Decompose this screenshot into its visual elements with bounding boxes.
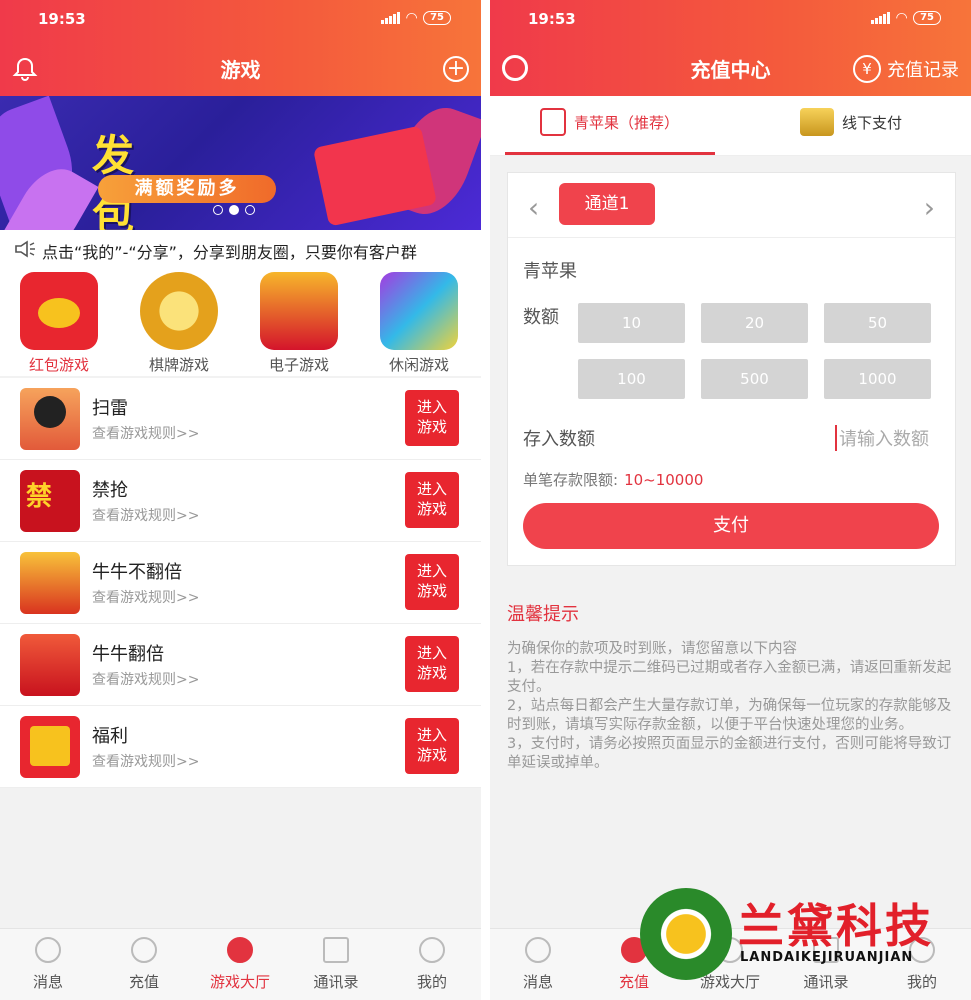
rules-link[interactable]: 查看游戏规则>> [92, 423, 199, 443]
rules-link[interactable]: 查看游戏规则>> [92, 505, 199, 525]
payment-tabs: 青苹果（推荐） 线下支付 [490, 96, 971, 156]
gamepad-icon [227, 937, 253, 963]
battery-icon: 75 [913, 11, 941, 25]
category-chess[interactable]: 棋牌游戏 [134, 272, 224, 375]
banner-tagline: 满额奖励多 [98, 175, 276, 203]
header: 19:53 ◠ 75 充值中心 ¥ 充值记录 [490, 0, 971, 96]
recharge-record-button[interactable]: ¥ 充值记录 [853, 55, 959, 83]
tab-contacts[interactable]: 通讯录 [288, 937, 384, 992]
amount-option[interactable]: 100 [578, 359, 685, 399]
orange-logo-icon [640, 888, 732, 980]
chat-icon [525, 937, 551, 963]
product-label: 青苹果 [523, 261, 577, 282]
list-item[interactable]: 福利 查看游戏规则>> 进入 游戏 [0, 706, 481, 788]
status-bar: 19:53 ◠ 75 [520, 10, 941, 30]
game-list: 扫雷 查看游戏规则>> 进入 游戏 禁 禁抢 查看游戏规则>> 进入 游戏 牛牛不翻… [0, 378, 481, 788]
enter-game-button[interactable]: 进入 游戏 [405, 636, 459, 692]
list-item[interactable]: 牛牛翻倍 查看游戏规则>> 进入 游戏 [0, 624, 481, 706]
games-screen: 19:53 ◠ 75 游戏 + 发包抢包 满额奖励多 点击“我的”-“分享”，分… [0, 0, 481, 1000]
chevron-left-icon[interactable]: ‹ [528, 191, 539, 224]
user-icon [419, 937, 445, 963]
clock: 19:53 [528, 10, 576, 28]
battery-icon: 75 [423, 11, 451, 25]
yen-icon: ¥ [853, 55, 881, 83]
tips-title: 温馨提示 [507, 604, 579, 625]
category-slots[interactable]: 电子游戏 [254, 272, 344, 375]
notice-bar: 点击“我的”-“分享”，分享到朋友圈，只要你有客户群 [0, 230, 481, 268]
deposit-amount-input[interactable]: 请输入数额 [835, 425, 929, 451]
red-envelope-icon [540, 108, 566, 136]
amount-option[interactable]: 50 [824, 303, 931, 343]
contacts-icon [323, 937, 349, 963]
amount-label: 数额 [523, 307, 559, 328]
wifi-icon: ◠ [896, 10, 908, 26]
list-item[interactable]: 牛牛不翻倍 查看游戏规则>> 进入 游戏 [0, 542, 481, 624]
payment-card: ‹ 通道1 › 青苹果 数额 10 20 50 100 500 1000 存入数… [507, 172, 956, 566]
speaker-icon [15, 240, 35, 258]
category-red-packet[interactable]: 红包游戏 [14, 272, 104, 375]
bull-icon [20, 552, 80, 614]
enter-game-button[interactable]: 进入 游戏 [405, 390, 459, 446]
tips-body: 为确保你的款项及时到账，请您留意以下内容 1，若在存款中提示二维码已过期或者存入… [507, 641, 952, 771]
status-bar: 19:53 ◠ 75 [30, 10, 451, 30]
channel-button[interactable]: 通道1 [559, 183, 655, 225]
category-casual[interactable]: 休闲游戏 [374, 272, 464, 375]
active-tab-indicator [505, 152, 715, 155]
amount-option[interactable]: 500 [701, 359, 808, 399]
red-packet-icon [20, 272, 98, 350]
rules-link[interactable]: 查看游戏规则>> [92, 669, 199, 689]
watermark-logo: 兰黛科技 LANDAIKEJIRUANJIAN [640, 888, 940, 988]
tab-me[interactable]: 我的 [384, 937, 480, 992]
limit-text: 单笔存款限额: 10~10000 [523, 471, 704, 489]
poker-chip-icon [140, 272, 218, 350]
enter-game-button[interactable]: 进入 游戏 [405, 718, 459, 774]
gold-yen-icon [800, 108, 834, 136]
amount-option[interactable]: 1000 [824, 359, 931, 399]
list-item[interactable]: 禁 禁抢 查看游戏规则>> 进入 游戏 [0, 460, 481, 542]
recharge-screen: 19:53 ◠ 75 充值中心 ¥ 充值记录 青苹果（推荐） 线下支付 ‹ 通道… [490, 0, 971, 1000]
signal-icon [381, 12, 401, 24]
header: 19:53 ◠ 75 游戏 + [0, 0, 481, 96]
list-item[interactable]: 扫雷 查看游戏规则>> 进入 游戏 [0, 378, 481, 460]
rules-link[interactable]: 查看游戏规则>> [92, 751, 199, 771]
pay-button[interactable]: 支付 [523, 503, 939, 549]
amount-option[interactable]: 10 [578, 303, 685, 343]
enter-game-button[interactable]: 进入 游戏 [405, 472, 459, 528]
gems-icon [380, 272, 458, 350]
tab-recharge[interactable]: 充值 [96, 937, 192, 992]
tab-qingpingguo[interactable]: 青苹果（推荐） [540, 108, 679, 136]
tab-messages[interactable]: 消息 [490, 937, 586, 992]
deposit-label: 存入数额 [523, 429, 595, 450]
tab-messages[interactable]: 消息 [0, 937, 96, 992]
bottom-tab-bar: 消息 充值 游戏大厅 通讯录 我的 [0, 928, 481, 1000]
signal-icon [871, 12, 891, 24]
minesweeper-icon [20, 388, 80, 450]
slot-machine-icon [260, 272, 338, 350]
tab-game-hall[interactable]: 游戏大厅 [192, 937, 288, 992]
fortune-icon [20, 716, 80, 778]
chat-icon [35, 937, 61, 963]
wifi-icon: ◠ [406, 10, 418, 26]
yen-icon [131, 937, 157, 963]
add-icon[interactable]: + [443, 56, 469, 82]
bull-boss-icon [20, 634, 80, 696]
amount-option[interactable]: 20 [701, 303, 808, 343]
no-grab-icon: 禁 [20, 470, 80, 532]
carousel-dots[interactable] [213, 205, 255, 215]
enter-game-button[interactable]: 进入 游戏 [405, 554, 459, 610]
tab-offline-pay[interactable]: 线下支付 [800, 108, 902, 136]
clock: 19:53 [38, 10, 86, 28]
chevron-right-icon[interactable]: › [924, 191, 935, 224]
notice-text: 点击“我的”-“分享”，分享到朋友圈，只要你有客户群 [42, 243, 417, 262]
page-title: 游戏 [220, 58, 261, 82]
rules-link[interactable]: 查看游戏规则>> [92, 587, 199, 607]
category-grid: 红包游戏 棋牌游戏 电子游戏 休闲游戏 [0, 268, 481, 376]
